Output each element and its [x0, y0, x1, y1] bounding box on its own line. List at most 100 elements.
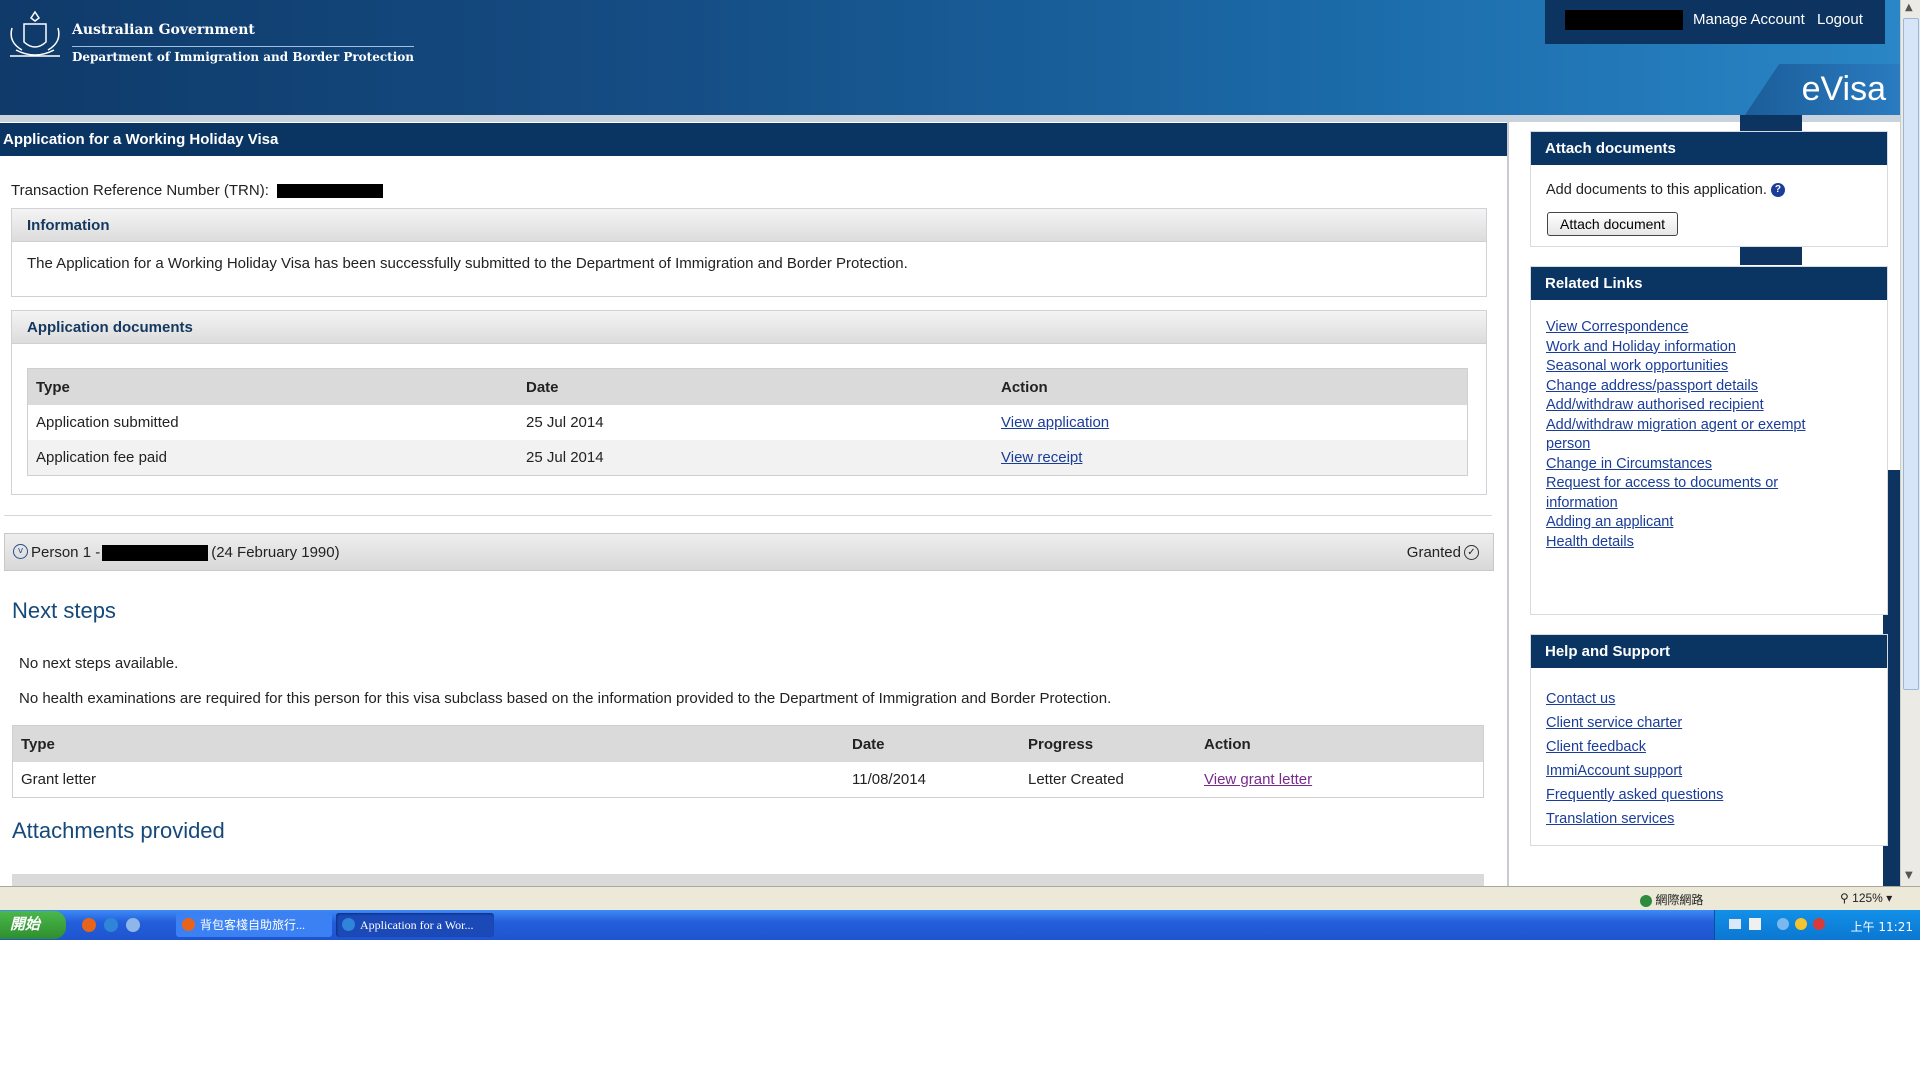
step-type: Grant letter	[21, 771, 97, 788]
status-badge: Granted	[1406, 544, 1461, 561]
related-link-work-holiday-info[interactable]: Work and Holiday information	[1546, 338, 1846, 358]
trn-label: Transaction Reference Number (TRN):	[11, 182, 269, 199]
related-link-change-address[interactable]: Change address/passport details	[1546, 377, 1846, 397]
main-panel: Application for a Working Holiday Visa T…	[0, 122, 1509, 886]
antivirus-icon[interactable]	[1813, 918, 1825, 930]
internet-explorer-icon[interactable]	[104, 918, 118, 932]
person-toggle-bar[interactable]: v Person 1 - (24 February 1990) Granted ✓	[4, 533, 1494, 571]
related-link-change-circumstances[interactable]: Change in Circumstances	[1546, 455, 1846, 475]
related-link-request-access[interactable]: Request for access to documents or infor…	[1546, 474, 1806, 513]
related-links-header: Related Links	[1531, 267, 1887, 300]
step-date: 11/08/2014	[852, 771, 926, 788]
documents-table: Type Date Action Application submitted 2…	[27, 368, 1468, 476]
chevron-down-icon[interactable]: v	[13, 544, 28, 559]
application-documents-box: Application documents Type Date Action A…	[11, 310, 1487, 495]
page-scrollbar[interactable]: ▲ ▼	[1900, 0, 1920, 886]
view-application-link[interactable]: View application	[1001, 414, 1109, 431]
coat-of-arms-icon	[10, 10, 60, 57]
page-title-bar: Application for a Working Holiday Visa	[0, 123, 1507, 156]
redacted-trn	[277, 184, 384, 199]
page-title: Application for a Working Holiday Visa	[3, 131, 279, 148]
redacted-username	[1565, 10, 1683, 30]
information-header: Information	[12, 209, 1486, 242]
help-link-service-charter[interactable]: Client service charter	[1546, 711, 1723, 735]
step-progress: Letter Created	[1028, 771, 1124, 788]
section-divider	[4, 515, 1492, 516]
site-header: Australian Government Department of Immi…	[0, 0, 1900, 115]
zoom-level: 125%	[1852, 891, 1883, 905]
scrollbar-thumb[interactable]	[1903, 18, 1919, 690]
help-link-faq[interactable]: Frequently asked questions	[1546, 783, 1723, 807]
help-link-immiaccount-support[interactable]: ImmiAccount support	[1546, 759, 1723, 783]
help-support-card: Help and Support Contact us Client servi…	[1530, 634, 1888, 846]
view-receipt-link[interactable]: View receipt	[1001, 449, 1082, 466]
col-type: Type	[12, 725, 844, 762]
browser-quicklaunch-icon[interactable]	[126, 918, 140, 932]
col-action: Action	[1196, 725, 1484, 762]
taskbar-window-application[interactable]: Application for a Wor...	[336, 913, 494, 937]
attach-documents-heading: Attach documents	[1545, 140, 1676, 157]
start-button[interactable]: 開始	[0, 911, 66, 939]
manage-account-link[interactable]: Manage Account	[1693, 11, 1805, 28]
firefox-icon[interactable]	[82, 918, 96, 932]
col-action: Action	[993, 368, 1468, 405]
table-row: Application fee paid 25 Jul 2014 View re…	[27, 440, 1468, 476]
col-progress: Progress	[1020, 725, 1196, 762]
no-next-steps-text: No next steps available.	[19, 655, 179, 672]
table-row: Application submitted 25 Jul 2014 View a…	[28, 405, 1468, 440]
health-examination-text: No health examinations are required for …	[19, 690, 1112, 707]
gov-name: Australian Government	[72, 22, 255, 38]
keyboard-icon[interactable]	[1729, 919, 1741, 929]
zone-label: 網際網路	[1655, 893, 1704, 907]
help-link-contact-us[interactable]: Contact us	[1546, 687, 1723, 711]
scroll-down-icon[interactable]: ▼	[1905, 870, 1913, 881]
attach-document-button[interactable]: Attach document	[1547, 212, 1679, 236]
help-links-list: Contact us Client service charter Client…	[1546, 687, 1723, 831]
related-link-health-details[interactable]: Health details	[1546, 533, 1846, 553]
browser-status-bar: 網際網路 ⚲ 125% ▾	[0, 886, 1920, 911]
header-divider	[0, 115, 1900, 122]
step-action-cell: View grant letter	[1196, 762, 1484, 798]
logout-link[interactable]: Logout	[1817, 11, 1863, 28]
product-name: eVisa	[1801, 70, 1886, 108]
documents-header: Application documents	[12, 311, 1486, 344]
magnifier-icon: ⚲	[1840, 891, 1849, 905]
chevron-down-icon[interactable]: ▾	[1886, 891, 1892, 905]
information-heading: Information	[27, 217, 110, 234]
scroll-up-icon[interactable]: ▲	[1905, 2, 1913, 13]
attach-documents-card: Attach documents Add documents to this a…	[1530, 131, 1888, 247]
department-name: Department of Immigration and Border Pro…	[72, 46, 414, 64]
help-icon[interactable]	[1749, 918, 1761, 930]
related-link-seasonal-work[interactable]: Seasonal work opportunities	[1546, 357, 1846, 377]
help-link-client-feedback[interactable]: Client feedback	[1546, 735, 1723, 759]
documents-heading: Application documents	[27, 319, 193, 336]
related-links-card: Related Links View Correspondence Work a…	[1530, 266, 1888, 615]
windows-taskbar: 開始 背包客棧自助旅行... Application for a Wor... …	[0, 910, 1920, 940]
information-message: The Application for a Working Holiday Vi…	[27, 255, 908, 272]
related-link-authorised-recipient[interactable]: Add/withdraw authorised recipient	[1546, 396, 1846, 416]
related-link-adding-applicant[interactable]: Adding an applicant	[1546, 513, 1846, 533]
taskbar-window-travel[interactable]: 背包客棧自助旅行...	[176, 913, 332, 937]
redacted-person-name	[102, 545, 209, 562]
attach-text: Add documents to this application.	[1546, 182, 1767, 198]
attachments-heading: Attachments provided	[12, 818, 225, 843]
network-icon[interactable]	[1777, 918, 1789, 930]
zoom-control[interactable]: ⚲ 125% ▾	[1840, 891, 1892, 905]
attachments-table-top	[12, 874, 1484, 886]
help-link-translation[interactable]: Translation services	[1546, 807, 1723, 831]
help-support-heading: Help and Support	[1545, 643, 1670, 660]
attach-documents-header: Attach documents	[1531, 132, 1887, 165]
trn-line: Transaction Reference Number (TRN):	[11, 182, 384, 199]
view-grant-letter-link[interactable]: View grant letter	[1204, 771, 1312, 788]
help-support-header: Help and Support	[1531, 635, 1887, 668]
check-circle-icon: ✓	[1464, 545, 1479, 560]
firefox-icon	[182, 918, 195, 931]
messenger-icon[interactable]	[1795, 918, 1807, 930]
related-link-view-correspondence[interactable]: View Correspondence	[1546, 318, 1846, 338]
related-link-migration-agent[interactable]: Add/withdraw migration agent or exempt p…	[1546, 416, 1831, 455]
col-date: Date	[844, 725, 1020, 762]
doc-type: Application fee paid	[27, 440, 518, 476]
doc-action-cell: View application	[993, 405, 1468, 440]
help-icon[interactable]: ?	[1770, 183, 1785, 198]
doc-date: 25 Jul 2014	[526, 414, 604, 431]
